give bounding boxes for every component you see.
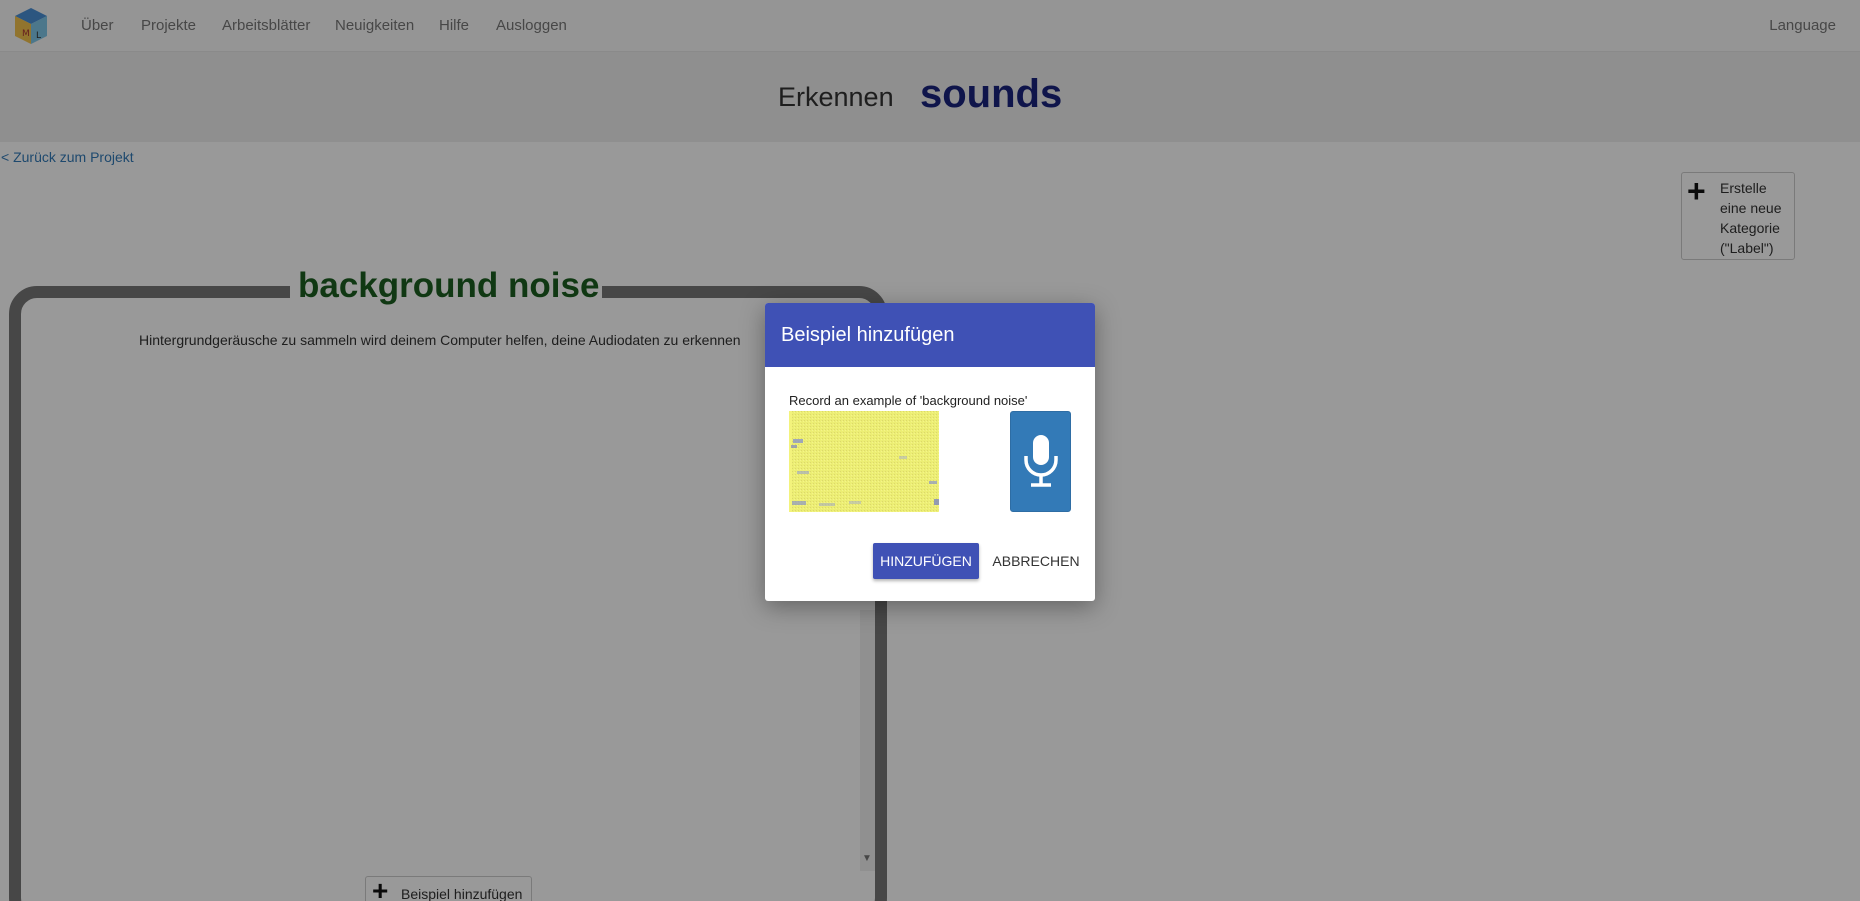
- cancel-button[interactable]: ABBRECHEN: [987, 543, 1085, 579]
- confirm-add-button[interactable]: HINZUFÜGEN: [873, 543, 979, 579]
- dialog-header: Beispiel hinzufügen: [765, 303, 1095, 367]
- microphone-icon: [1024, 435, 1058, 487]
- add-example-dialog: Beispiel hinzufügen Record an example of…: [765, 303, 1095, 601]
- spectrogram-image: [789, 411, 939, 512]
- dialog-title: Beispiel hinzufügen: [781, 324, 955, 346]
- record-instruction: Record an example of 'background noise': [789, 393, 1028, 408]
- record-button[interactable]: [1010, 411, 1071, 512]
